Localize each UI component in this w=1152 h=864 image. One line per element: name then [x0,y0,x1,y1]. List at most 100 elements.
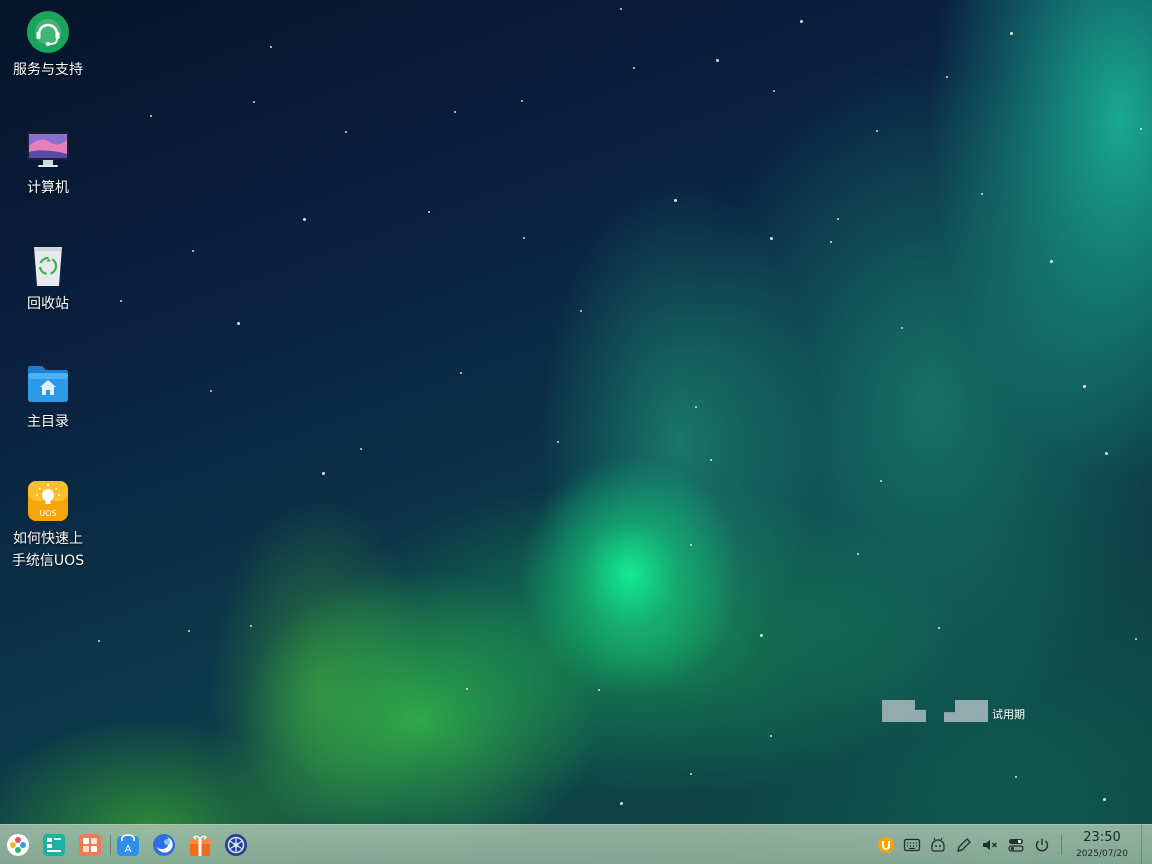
star [981,193,983,195]
desktop-icon-label: 回收站 [27,296,69,312]
star [857,553,859,555]
desktop-icon-uos-guide[interactable]: UOS 如何快速上 手统信UOS [0,479,96,572]
star [773,90,775,92]
star [620,802,623,805]
star [98,640,100,642]
star [946,76,948,78]
star [580,310,582,312]
star [270,46,272,48]
star [674,199,677,202]
star [716,59,719,62]
workspace-icon[interactable] [78,833,102,857]
star [1010,32,1013,35]
trash-icon [34,247,62,286]
desktop-icon-label: 服务与支持 [13,62,83,78]
star [460,372,462,374]
gift-box-icon[interactable] [188,833,212,857]
star [1050,260,1053,263]
star [760,634,763,637]
svg-text:UOS: UOS [39,509,56,518]
desktop-icon-label: 计算机 [27,180,69,196]
star [690,773,692,775]
desktop-icon-label-line2: 手统信UOS [11,553,85,569]
volume-muted-icon[interactable] [981,836,999,854]
star [1140,128,1142,130]
star [120,300,122,302]
star [303,218,306,221]
power-icon[interactable] [1033,836,1051,854]
watermark-block-right [944,700,988,722]
star [521,100,523,102]
star [938,627,940,629]
star [770,735,772,737]
star [800,20,803,23]
launcher-icon[interactable] [6,833,30,857]
clock[interactable]: 23:50 2025/07/20 [1070,830,1134,860]
star [192,250,194,252]
uos-guide-icon: UOS [28,481,68,521]
star [770,237,773,240]
star [1103,798,1106,801]
star [1015,776,1017,778]
desktop[interactable]: 服务与支持 计算机 回收站 主目录 UOS 如何快速上 手统信UOS 试用期 A… [0,0,1152,864]
desktop-icon-label: 如何快速上 手统信UOS [12,528,84,572]
keyboard-icon[interactable] [903,836,921,854]
star [837,218,839,220]
browser-icon[interactable] [152,833,176,857]
star [188,630,190,632]
desktop-icon-computer[interactable]: 计算机 [0,128,96,199]
watermark-block-left [882,700,926,722]
star [428,211,430,213]
desktop-icon-label: 主目录 [27,414,69,430]
star [633,67,635,69]
pen-icon[interactable] [955,836,973,854]
star [237,322,240,325]
desktop-icon-label-line1: 如何快速上 [13,531,83,547]
computer-icon [27,132,69,167]
taskbar: A 23:50 2025/07/20 [0,824,1152,864]
star [830,241,832,243]
star [250,625,252,627]
star [695,406,697,408]
star [1105,452,1108,455]
taskbar-separator [1061,835,1062,855]
desktop-icon-service-support[interactable]: 服务与支持 [0,10,96,81]
star [454,111,456,113]
star [876,130,878,132]
star [1135,638,1137,640]
star [690,544,692,546]
star-field [0,0,1152,864]
multitask-view-icon[interactable] [42,833,66,857]
svg-text:A: A [125,844,132,855]
desktop-icon-trash[interactable]: 回收站 [0,244,96,315]
star [150,115,152,117]
clock-time: 23:50 [1083,830,1121,845]
star [360,448,362,450]
star [523,237,525,239]
uos-id-icon[interactable] [877,836,895,854]
home-folder-icon [28,366,68,402]
control-center-icon[interactable] [224,833,248,857]
star [322,472,325,475]
star [710,459,712,461]
star [620,8,622,10]
star [901,327,903,329]
service-support-icon [27,11,69,53]
show-desktop-button[interactable] [1141,825,1152,864]
star [880,480,882,482]
star [210,390,212,392]
star [557,441,559,443]
trial-watermark: 试用期 [882,700,1025,722]
control-toggle-icon[interactable] [1007,836,1025,854]
star [466,688,468,690]
app-store-icon[interactable]: A [116,833,140,857]
clock-date: 2025/07/20 [1076,849,1128,859]
watermark-text: 试用期 [992,708,1025,721]
taskbar-separator [110,835,111,855]
star [598,689,600,691]
star [253,101,255,103]
star [345,131,347,133]
assistant-icon[interactable] [929,836,947,854]
desktop-icon-home[interactable]: 主目录 [0,362,96,433]
star [1083,385,1086,388]
